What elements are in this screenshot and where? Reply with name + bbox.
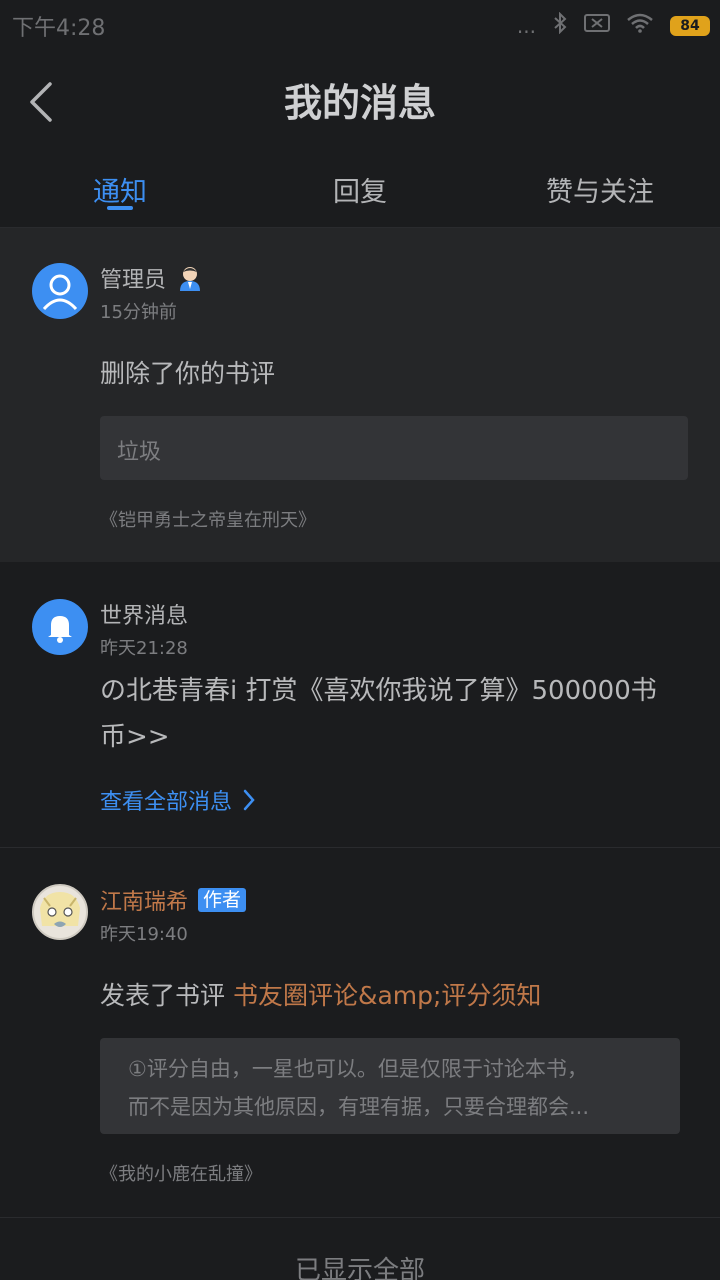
admin-badge-icon xyxy=(180,267,201,291)
user-avatar-icon xyxy=(42,274,78,311)
message-action: 删除了你的书评 xyxy=(100,359,276,388)
book-title[interactable]: 《我的小鹿在乱撞》 xyxy=(100,1160,262,1186)
status-time: 下午4:28 xyxy=(12,16,106,41)
quote-line: 而不是因为其他原因，有理有据，只要合理都会... xyxy=(128,1095,590,1119)
all-shown-footer: 已显示全部 xyxy=(294,1256,425,1280)
admin-avatar[interactable] xyxy=(32,263,88,319)
review-title-link[interactable]: 书友圈评论&amp;评分须知 xyxy=(233,981,541,1010)
book-title[interactable]: 《铠甲勇士之帝皇在刑天》 xyxy=(100,506,316,532)
wifi-icon xyxy=(626,13,654,38)
quoted-review[interactable]: 垃圾 xyxy=(100,416,688,480)
world-avatar[interactable] xyxy=(32,599,88,655)
signal-dots: ... xyxy=(516,13,536,38)
author-avatar[interactable] xyxy=(32,884,88,940)
message-time: 昨天21:28 xyxy=(100,638,188,659)
action-prefix: 发表了书评 xyxy=(100,981,226,1010)
author-name[interactable]: 江南瑞希 xyxy=(100,884,188,916)
quote-line: ①评分自由，一星也可以。但是仅限于讨论本书， xyxy=(128,1057,588,1081)
message-action: 发表了书评 书友圈评论&amp;评分须知 xyxy=(100,974,541,1018)
sender-name: 世界消息 xyxy=(100,604,189,629)
battery-icon: 84 xyxy=(670,15,710,36)
view-all-messages-link[interactable]: 查看全部消息 xyxy=(100,784,256,816)
sender-name-row: 管理员 xyxy=(100,262,204,294)
navigation-bar: 我的消息 xyxy=(0,52,720,148)
message-content-line: の北巷青春i 打赏《喜欢你我说了算》500000书 xyxy=(100,676,657,706)
sender-name-row: 江南瑞希 作者 xyxy=(100,884,247,916)
status-bar: 下午4:28 ... 84 xyxy=(0,0,720,52)
bell-icon xyxy=(48,616,72,643)
sender-name: 管理员 xyxy=(100,268,167,293)
tab-notifications[interactable]: 通知 xyxy=(0,170,240,209)
page-title: 我的消息 xyxy=(283,81,436,125)
tab-replies[interactable]: 回复 xyxy=(240,170,480,209)
message-card-admin[interactable]: 管理员 15分钟前 删除了你的书评 垃圾 《铠甲勇士之帝皇在刑天》 xyxy=(0,228,720,562)
message-time: 昨天19:40 xyxy=(100,924,188,945)
anime-avatar-icon xyxy=(40,892,80,927)
message-time: 15分钟前 xyxy=(100,302,177,323)
message-card-author[interactable]: 江南瑞希 作者 昨天19:40 发表了书评 书友圈评论&amp;评分须知 ①评分… xyxy=(0,850,720,1218)
quoted-review[interactable]: ①评分自由，一星也可以。但是仅限于讨论本书， 而不是因为其他原因，有理有据，只要… xyxy=(100,1038,680,1134)
message-content-line: 币>> xyxy=(100,722,170,752)
active-tab-indicator xyxy=(107,206,133,210)
tab-likes-follows[interactable]: 赞与关注 xyxy=(480,170,720,209)
tab-bar: 通知 回复 赞与关注 xyxy=(0,148,720,228)
view-all-label: 查看全部消息 xyxy=(100,790,233,815)
sim-icon xyxy=(584,13,610,38)
message-card-world[interactable]: 世界消息 昨天21:28 の北巷青春i 打赏《喜欢你我说了算》500000书 币… xyxy=(0,564,720,848)
chevron-right-icon xyxy=(243,789,255,811)
author-badge: 作者 xyxy=(198,888,247,912)
bluetooth-icon xyxy=(552,11,568,39)
status-icons: ... 84 xyxy=(516,11,710,39)
message-content: の北巷青春i 打赏《喜欢你我说了算》500000书 币>> xyxy=(100,668,657,760)
